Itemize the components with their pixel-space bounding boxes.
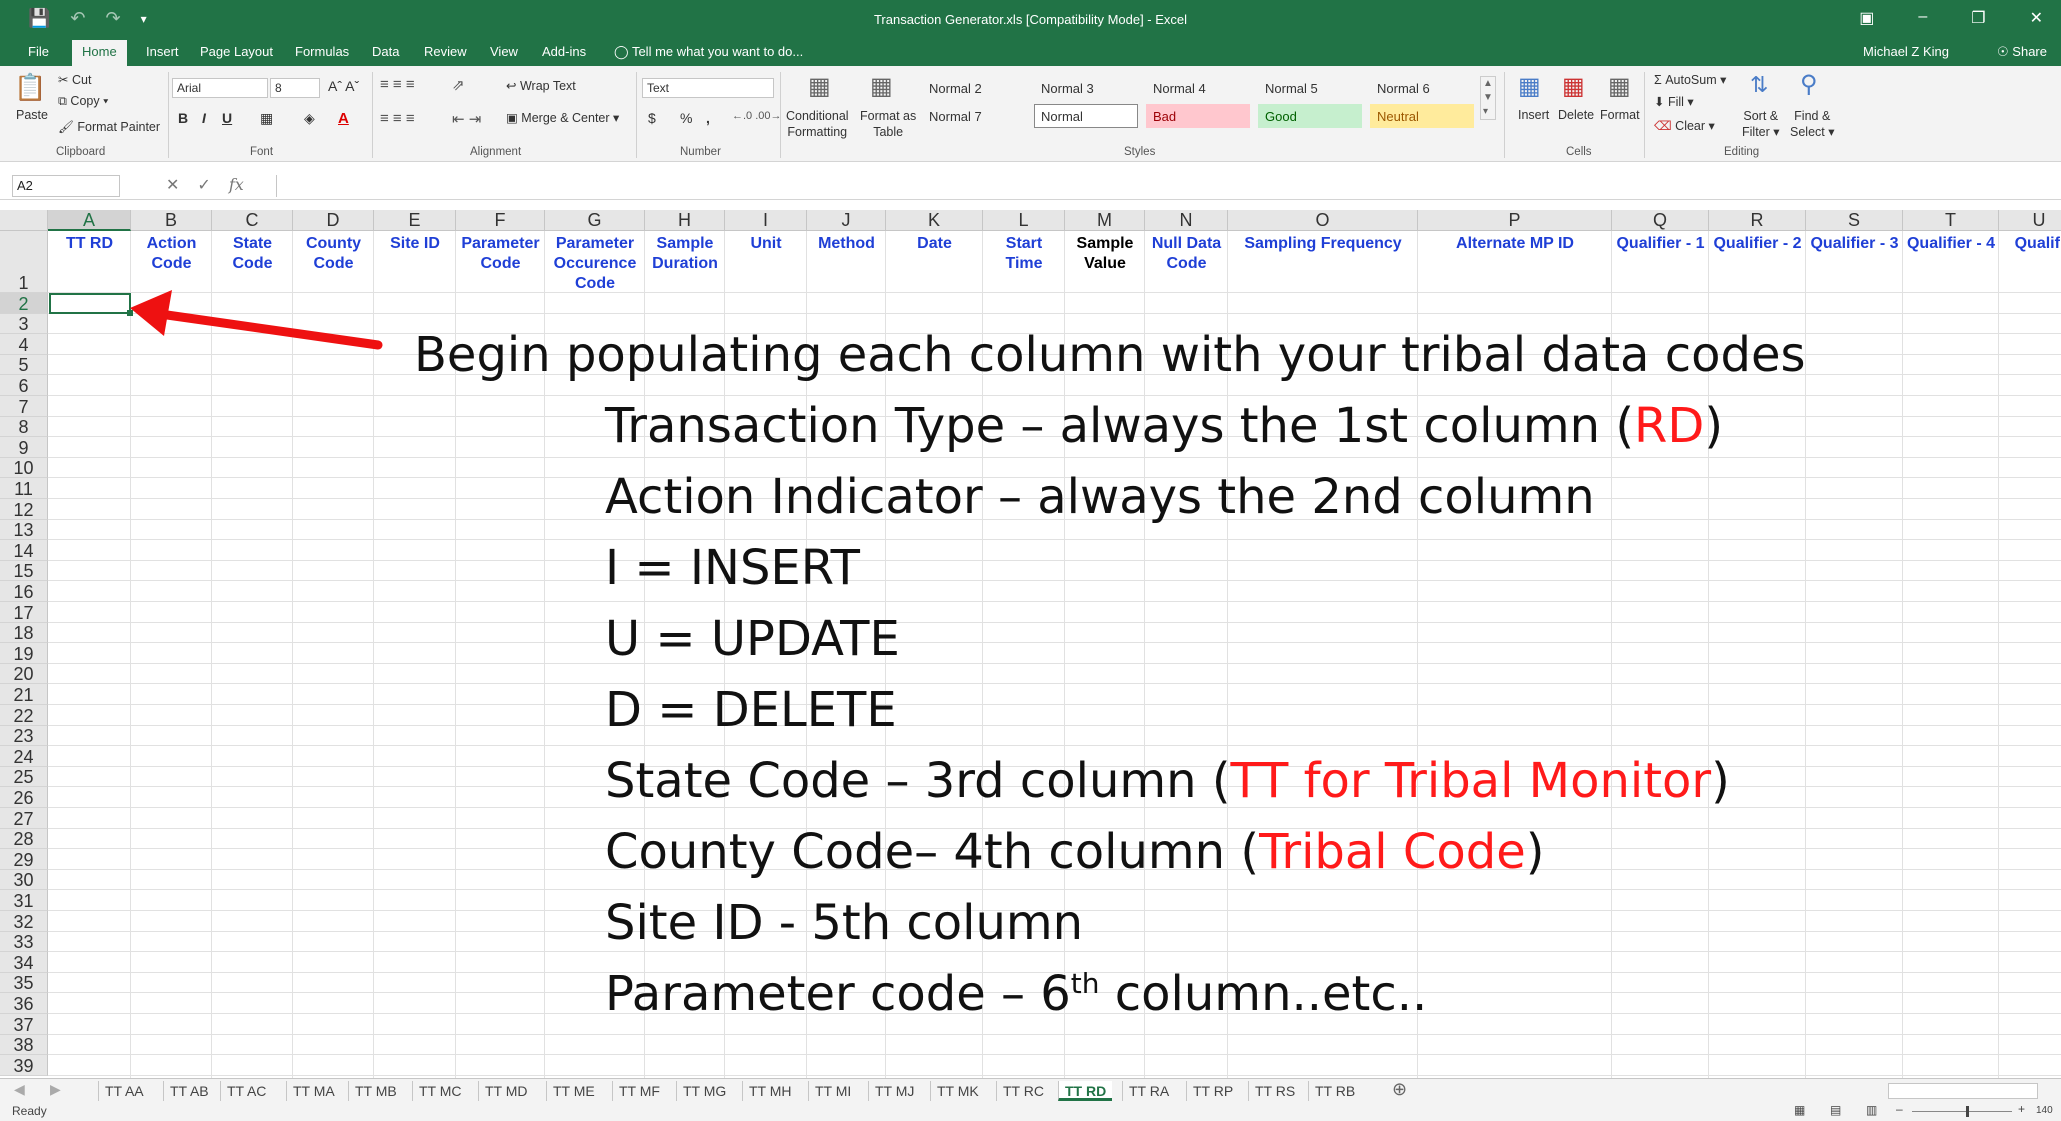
sheet-tab-tt-mj[interactable]: TT MJ [868,1081,920,1101]
sheet-tab-tt-rc[interactable]: TT RC [996,1081,1050,1101]
normal-view-icon[interactable]: ▦ [1794,1103,1805,1117]
sheet-tab-tt-rs[interactable]: TT RS [1248,1081,1301,1101]
zoom-out-button[interactable]: – [1896,1102,1903,1116]
sheet-tab-tt-mc[interactable]: TT MC [412,1081,468,1101]
sheet-tab-tt-mi[interactable]: TT MI [808,1081,857,1101]
prev-sheet-icon[interactable]: ◀ [14,1081,25,1098]
sheet-tab-tt-rp[interactable]: TT RP [1186,1081,1239,1101]
page-layout-view-icon[interactable]: ▤ [1830,1103,1841,1117]
zoom-level[interactable]: 140 [2036,1105,2053,1116]
add-sheet-icon[interactable]: ⊕ [1392,1079,1407,1100]
status-bar: Ready ▦ ▤ ▥ – + 140 [0,1102,2061,1121]
zoom-in-button[interactable]: + [2018,1102,2025,1116]
sheet-tab-tt-mk[interactable]: TT MK [930,1081,985,1101]
zoom-slider[interactable] [1912,1111,2012,1112]
sheet-tab-tt-rb[interactable]: TT RB [1308,1081,1361,1101]
sheet-tab-tt-ac[interactable]: TT AC [220,1081,272,1101]
sheet-tab-tt-ma[interactable]: TT MA [286,1081,341,1101]
zoom-slider-thumb[interactable] [1966,1106,1969,1117]
status-ready: Ready [12,1104,47,1118]
excel-window: 💾 ↶ ↷ ▾ Transaction Generator.xls [Compa… [0,0,2061,1121]
red-arrow-icon [130,290,383,350]
sheet-tab-tt-ra[interactable]: TT RA [1122,1081,1175,1101]
sheet-tab-tt-me[interactable]: TT ME [546,1081,601,1101]
sheet-tab-tt-aa[interactable]: TT AA [98,1081,150,1101]
page-break-view-icon[interactable]: ▥ [1866,1103,1877,1117]
sheet-tab-tt-mg[interactable]: TT MG [676,1081,732,1101]
sheet-tab-tt-rd[interactable]: TT RD [1058,1081,1113,1101]
sheet-tab-tt-md[interactable]: TT MD [478,1081,534,1101]
sheet-tab-tt-mb[interactable]: TT MB [348,1081,403,1101]
sheet-tab-tt-ab[interactable]: TT AB [163,1081,215,1101]
sheet-tab-tt-mf[interactable]: TT MF [612,1081,666,1101]
next-sheet-icon[interactable]: ▶ [50,1081,61,1098]
sheet-tab-tt-mh[interactable]: TT MH [742,1081,798,1101]
horizontal-scrollbar[interactable] [1888,1083,2038,1099]
sheet-tab-bar: ◀ ▶ ⊕ TT AA TT AB TT AC TT MA TT MB TT MC TT M… [0,1078,2061,1102]
